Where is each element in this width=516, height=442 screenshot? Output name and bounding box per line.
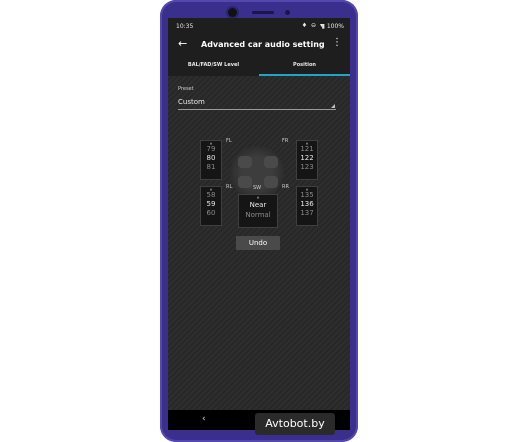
fr-value: 122 [300,154,314,162]
nav-back-icon[interactable]: ‹ [202,414,206,424]
rr-value: 136 [300,200,314,208]
tab-bal-fad-sw-level[interactable]: BAL/FAD/SW Level [168,56,259,76]
seat-front-right-icon [264,156,278,168]
rr-next-value: 137 [300,209,314,217]
fl-label: FL [226,138,232,144]
sensor-icon [285,10,290,15]
rl-value: 59 [206,200,216,208]
app-bar: ← Advanced car audio setting ⋮ [168,34,350,56]
tab-bar: BAL/FAD/SW Level Position [168,56,350,76]
camera-icon [228,8,237,17]
page-title: Advanced car audio setting [201,40,325,49]
rl-next-value: 60 [206,209,216,217]
sw-value: Near [249,201,267,209]
preset-dropdown[interactable]: Custom [178,95,336,110]
fl-stepper[interactable]: ▲ 79 80 81 [200,140,222,180]
status-bar: 10:35 ♦ ⊖ ▾ ▮ 100% [168,18,350,34]
sw-label: SW [253,185,262,191]
sw-next-value: Normal [245,211,271,219]
preset-value: Custom [178,98,205,106]
rl-label: RL [226,184,233,190]
position-panel: Preset Custom FL ▲ 79 80 81 FR ▲ 121 122… [168,76,350,430]
fr-stepper[interactable]: ▲ 121 122 123 [296,140,318,180]
fl-next-value: 81 [206,163,216,171]
fl-value: 80 [206,154,216,162]
fr-label: FR [282,138,289,144]
watermark: Avtobot.by [255,413,335,435]
preset-label: Preset [178,86,194,92]
rl-prev-value: 58 [206,191,216,199]
back-arrow-icon[interactable]: ← [178,37,187,50]
more-options-icon[interactable]: ⋮ [332,38,342,48]
seat-rear-left-icon [238,176,252,188]
sw-stepper[interactable]: ▲ Near Normal [238,194,278,228]
car-position-diagram [230,146,284,200]
battery-indicator: ▮ 100% [321,23,344,30]
fl-prev-value: 79 [206,145,216,153]
rr-stepper[interactable]: ▲ 135 136 137 [296,186,318,226]
seat-rear-right-icon [264,176,278,188]
dropdown-corner-icon [331,104,335,108]
tab-position[interactable]: Position [259,56,350,76]
rr-label: RR [282,184,289,190]
undo-button[interactable]: Undo [236,236,280,250]
rr-prev-value: 135 [300,191,314,199]
rl-stepper[interactable]: ▲ 58 59 60 [200,186,222,226]
fr-prev-value: 121 [300,145,314,153]
seat-front-left-icon [238,156,252,168]
phone-screen: 10:35 ♦ ⊖ ▾ ▮ 100% ← Advanced car audio … [168,18,350,430]
fr-next-value: 123 [300,163,314,171]
speaker-grille [252,11,274,14]
status-time: 10:35 [176,23,194,30]
